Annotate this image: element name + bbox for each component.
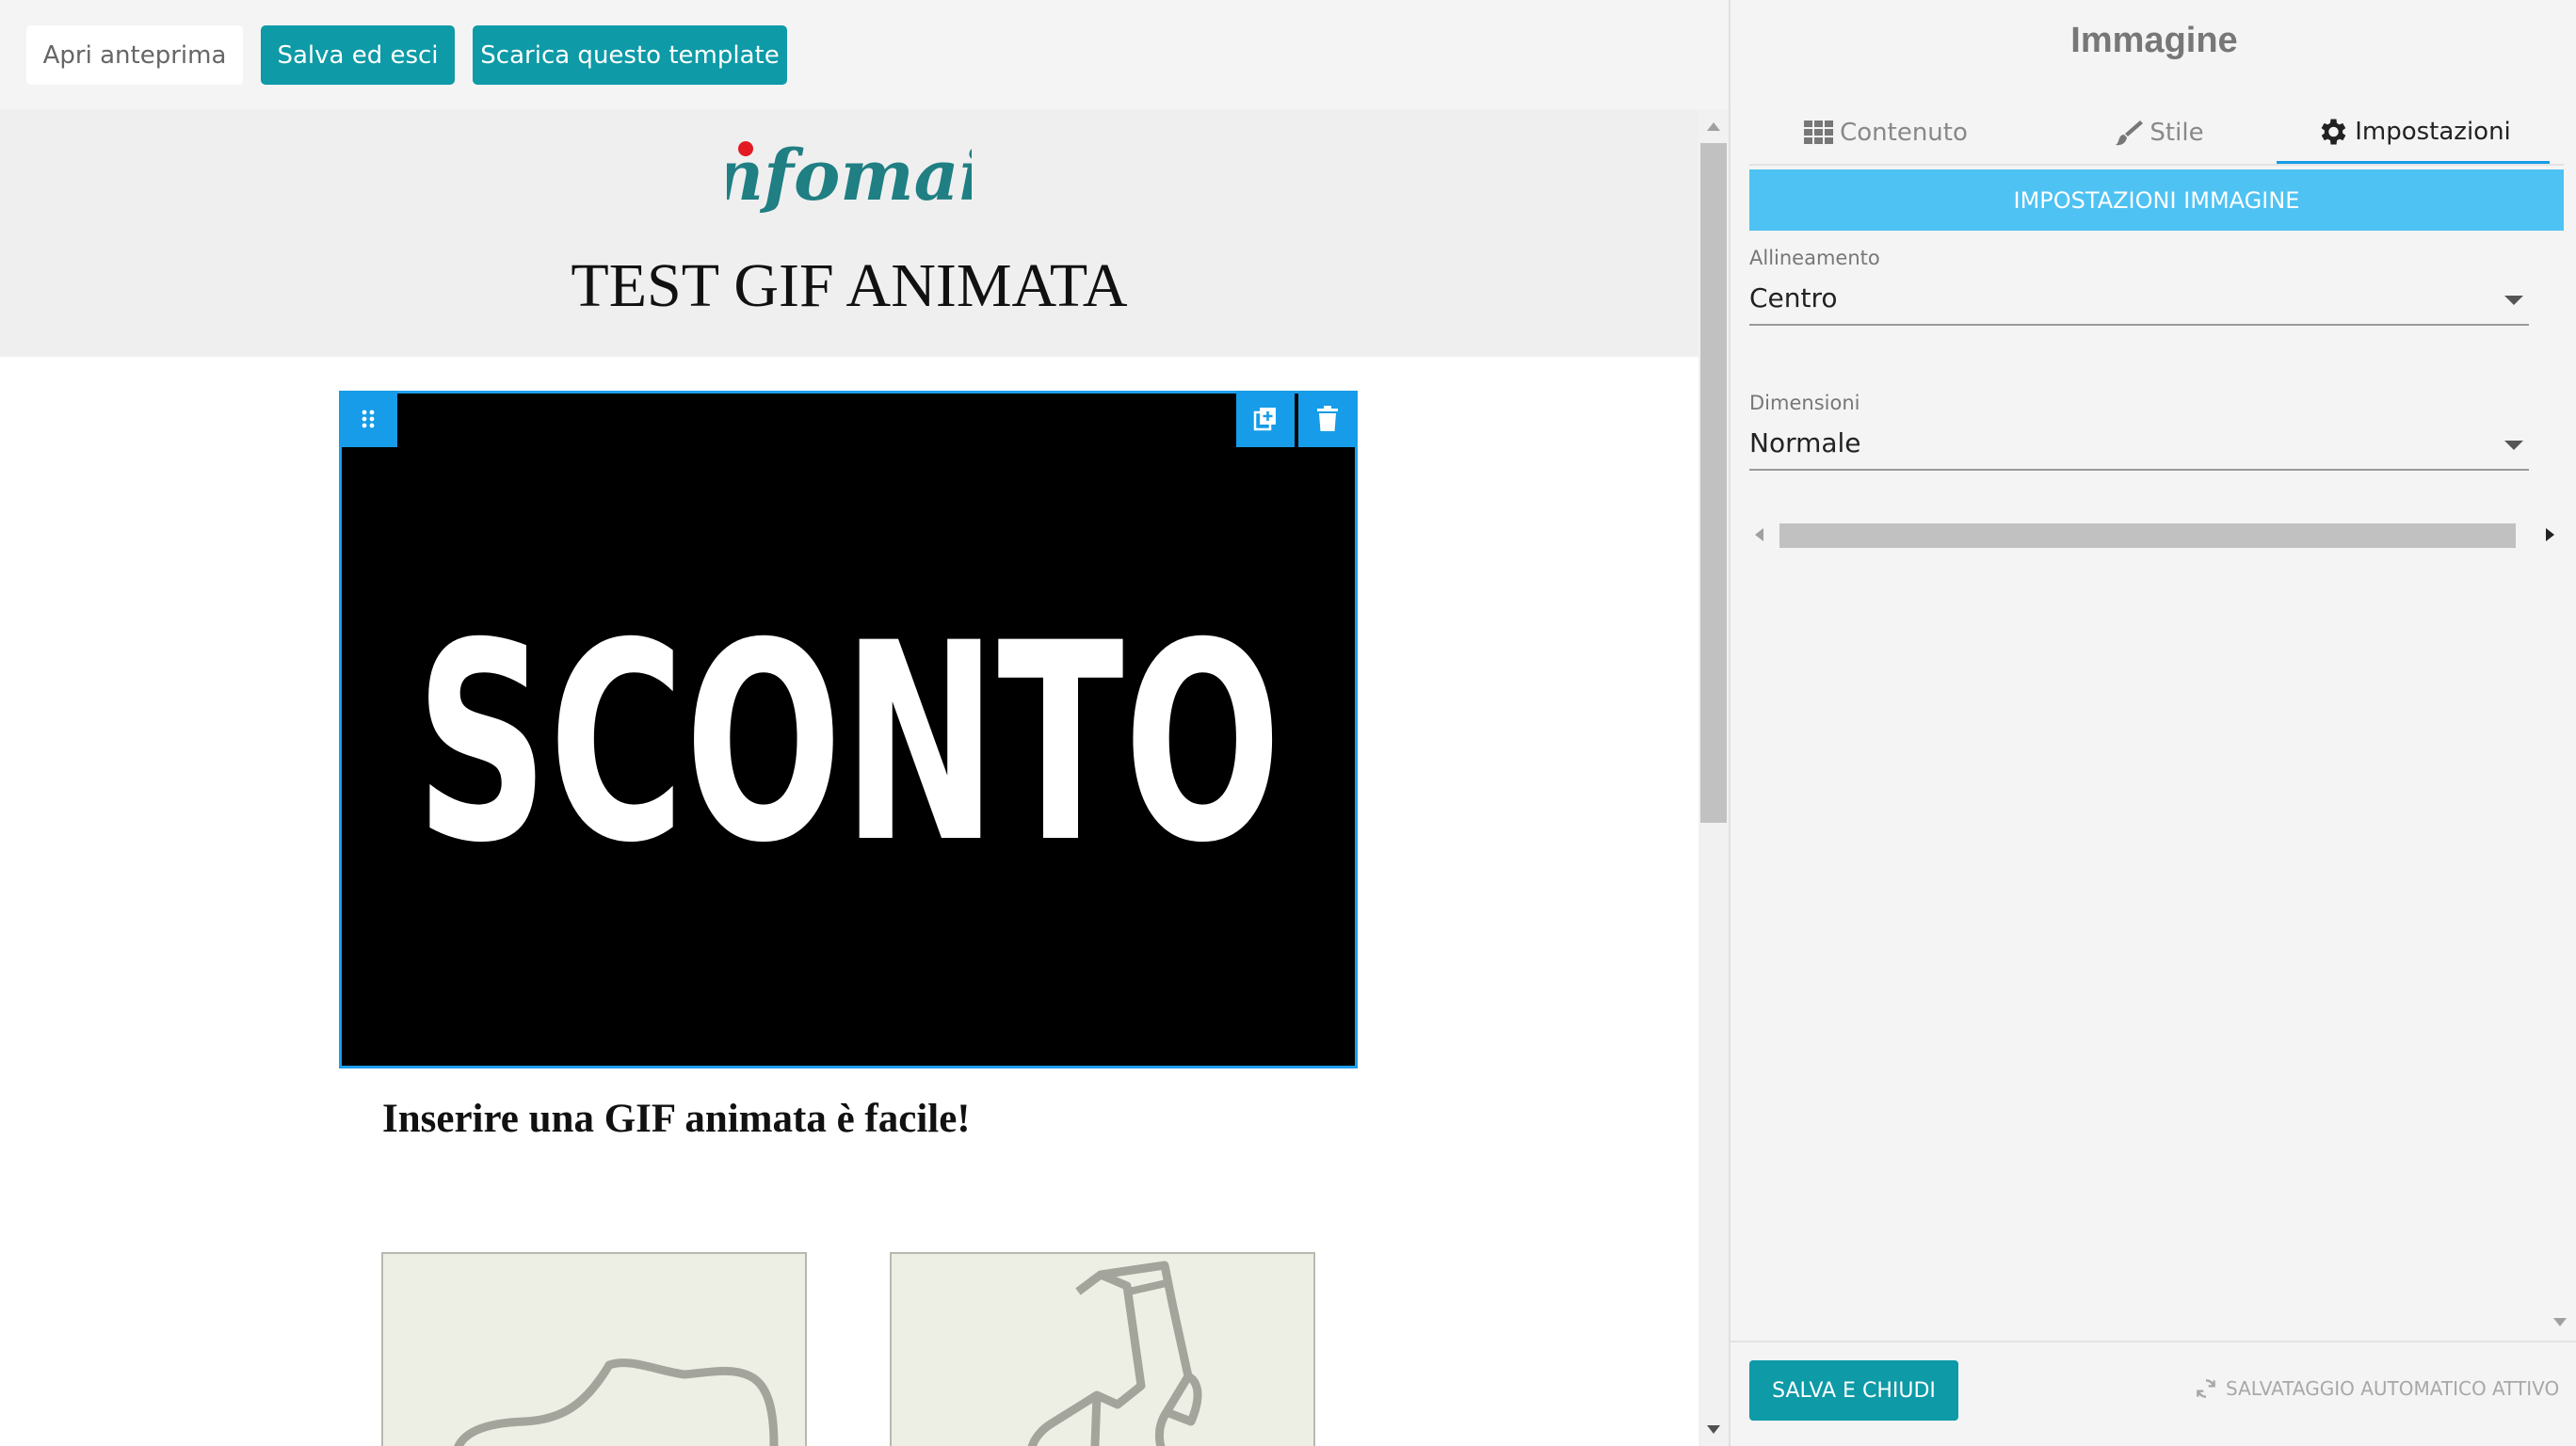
save-close-button[interactable]: SALVA E CHIUDI	[1749, 1360, 1958, 1421]
panel-scroll-down-arrow-icon[interactable]	[2553, 1318, 2567, 1326]
gear-icon	[2321, 119, 2346, 144]
tab-content-label: Contenuto	[1840, 119, 1968, 147]
grid-icon	[1804, 120, 1834, 144]
size-label: Dimensioni	[1749, 392, 1860, 414]
scroll-right-arrow-icon[interactable]	[2546, 528, 2554, 541]
brush-icon	[2116, 120, 2144, 146]
section-header: IMPOSTAZIONI IMMAGINE	[1749, 169, 2564, 231]
shoe-icon	[454, 1358, 779, 1446]
infomail-logo: infomail	[727, 136, 972, 217]
scrollbar-thumb[interactable]	[1779, 523, 2516, 548]
email-header[interactable]: infomail TEST GIF ANIMATA	[0, 109, 1699, 357]
drag-handle[interactable]	[339, 391, 397, 447]
properties-panel: Immagine Contenuto Stile Impostazioni IM…	[1729, 0, 2576, 1446]
tab-settings-label: Impostazioni	[2355, 117, 2511, 146]
duplicate-block-button[interactable]	[1236, 391, 1295, 447]
size-select[interactable]: Normale	[1749, 424, 2529, 471]
tab-content[interactable]: Contenuto	[1749, 102, 2022, 164]
chevron-down-icon	[2504, 296, 2523, 305]
sconto-text: SCONTO	[415, 586, 1281, 903]
editor-vertical-scrollbar[interactable]	[1699, 109, 1729, 1446]
panel-title: Immagine	[2070, 21, 2238, 60]
selected-image-block[interactable]: SCONTO	[339, 391, 1358, 1068]
footer-divider	[1731, 1341, 2576, 1342]
download-template-button[interactable]: Scarica questo template	[473, 25, 787, 85]
sconto-gif-image[interactable]: SCONTO	[342, 394, 1355, 1066]
logo-dot	[738, 141, 753, 156]
product-image-shoe[interactable]	[381, 1252, 807, 1446]
autosave-label: SALVATAGGIO AUTOMATICO ATTIVO	[2226, 1377, 2560, 1400]
socks-icon	[1027, 1261, 1202, 1446]
sync-icon	[2197, 1379, 2215, 1398]
drag-dots-icon	[362, 410, 375, 428]
email-canvas: infomail TEST GIF ANIMATA SCONTO	[0, 109, 1699, 1446]
editor-toolbar: Apri anteprima Salva ed esci Scarica que…	[0, 0, 1729, 109]
save-exit-button[interactable]: Salva ed esci	[261, 25, 455, 85]
scroll-up-arrow-icon[interactable]	[1707, 122, 1720, 131]
trash-icon	[1317, 406, 1338, 431]
size-value: Normale	[1749, 427, 1861, 458]
tab-settings[interactable]: Impostazioni	[2277, 102, 2550, 164]
alignment-label: Allineamento	[1749, 247, 1880, 269]
email-title[interactable]: TEST GIF ANIMATA	[0, 250, 1699, 322]
preview-button[interactable]: Apri anteprima	[26, 25, 243, 85]
alignment-value: Centro	[1749, 282, 1838, 313]
scroll-left-arrow-icon[interactable]	[1755, 528, 1763, 541]
alignment-select[interactable]: Centro	[1749, 279, 2529, 326]
scrollbar-thumb[interactable]	[1700, 143, 1727, 823]
chevron-down-icon	[2504, 441, 2523, 450]
horizontal-scrollbar[interactable]	[1749, 522, 2559, 550]
tabs-divider	[1749, 164, 2564, 166]
tab-style[interactable]: Stile	[2022, 102, 2295, 164]
product-image-socks[interactable]	[890, 1252, 1315, 1446]
delete-block-button[interactable]	[1298, 391, 1357, 447]
email-editor: Apri anteprima Salva ed esci Scarica que…	[0, 0, 1729, 1446]
tab-style-label: Stile	[2149, 119, 2204, 147]
scroll-down-arrow-icon[interactable]	[1707, 1425, 1720, 1434]
autosave-status: SALVATAGGIO AUTOMATICO ATTIVO	[2194, 1376, 2559, 1401]
duplicate-icon	[1253, 408, 1276, 431]
email-subheading[interactable]: Inserire una GIF animata è facile!	[382, 1096, 971, 1142]
logo-text: infomail	[727, 136, 972, 217]
